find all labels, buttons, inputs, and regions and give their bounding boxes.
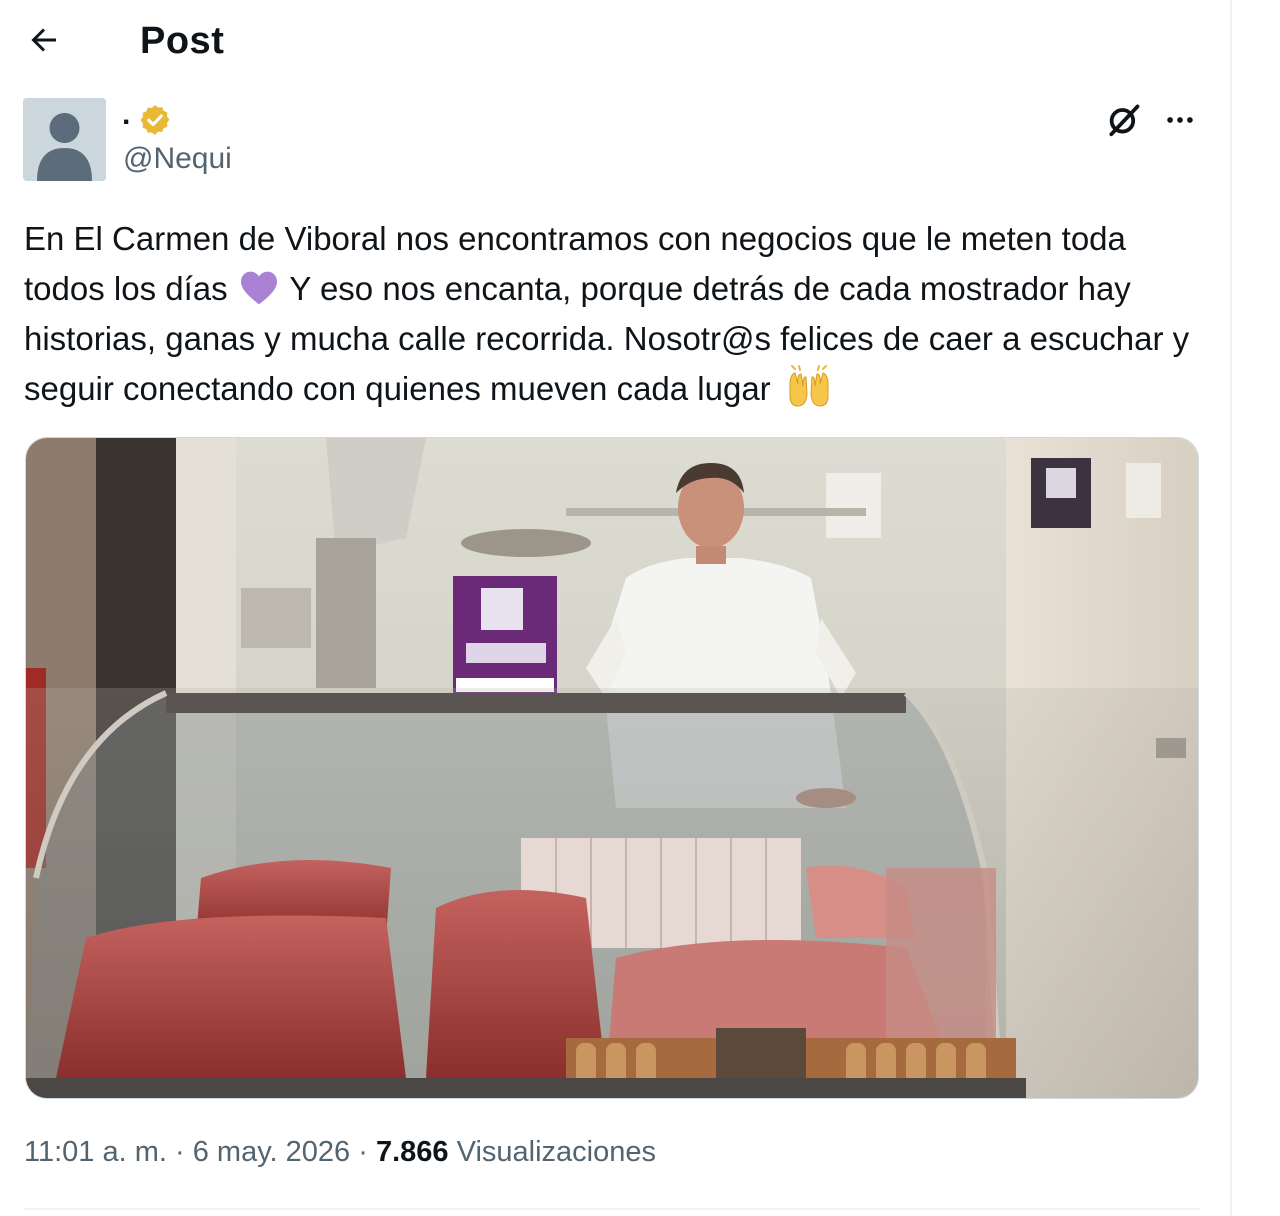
author-handle[interactable]: @Nequi	[123, 142, 232, 176]
default-avatar-icon	[23, 98, 106, 181]
more-icon	[1167, 117, 1193, 123]
meta-separator: ·	[358, 1136, 368, 1168]
post-image[interactable]	[25, 437, 1199, 1099]
post-text: En El Carmen de Viboral nos encontramos …	[24, 214, 1214, 414]
raising-hands-icon	[789, 365, 829, 407]
grok-icon	[1109, 104, 1140, 137]
page-header: Post	[0, 0, 1230, 86]
divider	[24, 1208, 1200, 1210]
post-meta: 11:01 a. m. · 6 may. 2026 · 7.866 Visual…	[24, 1136, 656, 1169]
arrow-left-icon	[31, 28, 56, 52]
grok-button[interactable]	[1102, 98, 1146, 142]
back-button[interactable]	[22, 20, 66, 60]
purple-heart-icon	[240, 271, 277, 305]
meta-separator: ·	[175, 1136, 185, 1168]
column-border	[1230, 0, 1232, 1216]
post-date[interactable]: 6 may. 2026	[193, 1136, 350, 1168]
author-display-name[interactable]: .	[122, 98, 130, 132]
views-count: 7.866	[375, 1136, 449, 1168]
page-title: Post	[140, 20, 225, 62]
post-time[interactable]: 11:01 a. m.	[24, 1136, 167, 1168]
butcher-shop-photo	[26, 438, 1198, 1098]
views-label: Visualizaciones	[456, 1136, 656, 1168]
avatar[interactable]	[23, 98, 106, 181]
verified-badge-icon	[140, 105, 170, 135]
more-options-button[interactable]	[1158, 98, 1202, 142]
